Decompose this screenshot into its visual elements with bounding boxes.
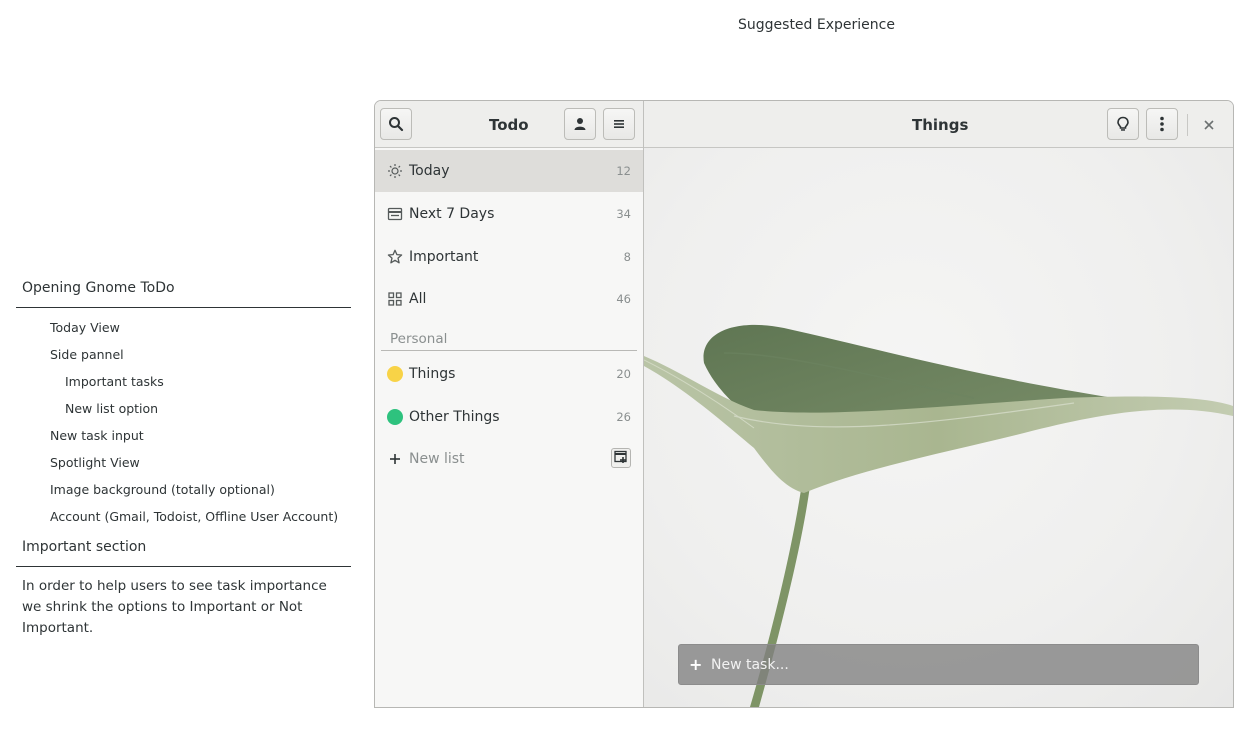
list-color-dot — [386, 408, 404, 426]
new-task-placeholder: New task... — [711, 656, 789, 673]
leaf-background-image — [644, 324, 1233, 707]
plus-icon — [386, 450, 404, 468]
close-button[interactable] — [1201, 116, 1217, 132]
sidebar-item-label: Today — [409, 163, 450, 179]
sidebar-item-count: 46 — [616, 292, 631, 306]
sidebar-item-things[interactable]: Things 20 — [375, 353, 643, 395]
notes-list: Today View Side pannel Important tasks N… — [16, 308, 351, 535]
notes-item: Today View — [50, 320, 120, 335]
sun-icon — [386, 162, 404, 180]
new-list-button[interactable] — [611, 448, 631, 468]
notes-item: New task input — [50, 428, 144, 443]
new-list-row[interactable]: New list — [375, 438, 643, 480]
user-icon — [573, 117, 587, 131]
account-button[interactable] — [564, 108, 596, 140]
sidebar-item-label: Things — [409, 366, 456, 382]
lightbulb-icon — [1116, 116, 1130, 132]
sidebar-title: Todo — [489, 116, 529, 134]
sidebar-item-label: All — [409, 291, 427, 307]
notes-item: Image background (totally optional) — [50, 482, 275, 497]
sidebar: Today 12 Next 7 Days 34 Important 8 All … — [375, 148, 643, 707]
notes-subitem: Important tasks — [65, 374, 164, 389]
headerbar: Todo Things — [375, 101, 1233, 148]
notes-item: Account (Gmail, Todoist, Offline User Ac… — [50, 509, 339, 524]
sidebar-item-label: Next 7 Days — [409, 206, 495, 222]
new-task-input[interactable]: + New task... — [678, 644, 1199, 685]
sidebar-item-count: 26 — [616, 410, 631, 424]
headerbar-separator — [1187, 114, 1188, 136]
sidebar-item-count: 34 — [616, 207, 631, 221]
list-color-dot — [386, 365, 404, 383]
sidebar-item-count: 8 — [623, 250, 631, 264]
sidebar-item-label: Other Things — [409, 409, 500, 425]
notes-section-title: Opening Gnome ToDo — [22, 280, 175, 296]
sidebar-item-label: Important — [409, 249, 479, 265]
sidebar-item-today[interactable]: Today 12 — [375, 150, 643, 192]
star-icon — [386, 248, 404, 266]
search-icon — [388, 116, 404, 132]
idea-button[interactable] — [1107, 108, 1139, 140]
notes-item: Spotlight View — [50, 455, 140, 470]
todo-window: Todo Things Today 12 Next 7 Days 34 Impo… — [374, 100, 1234, 708]
task-list-content: + New task... — [644, 148, 1233, 707]
content-title: Things — [912, 116, 969, 134]
hamburger-menu-icon — [613, 118, 625, 130]
sidebar-item-next-7-days[interactable]: Next 7 Days 34 — [375, 193, 643, 235]
more-button[interactable] — [1146, 108, 1178, 140]
grid-icon — [386, 290, 404, 308]
add-list-icon — [614, 449, 628, 468]
sidebar-item-important[interactable]: Important 8 — [375, 236, 643, 278]
page-title: Suggested Experience — [738, 17, 895, 33]
pane-separator — [643, 101, 644, 707]
vertical-dots-icon — [1159, 116, 1165, 132]
search-button[interactable] — [380, 108, 412, 140]
section-label-personal: Personal — [390, 331, 448, 347]
notes-subitem: New list option — [65, 401, 159, 416]
section-divider — [381, 350, 637, 351]
sidebar-item-all[interactable]: All 46 — [375, 278, 643, 320]
notes-panel: Opening Gnome ToDo Today View Side panne… — [16, 279, 351, 639]
close-icon — [1204, 115, 1214, 134]
notes-item: Side pannel — [50, 347, 124, 362]
sidebar-item-count: 20 — [616, 367, 631, 381]
notes-paragraph: In order to help users to see task impor… — [22, 578, 327, 636]
calendar-icon — [386, 205, 404, 223]
menu-button[interactable] — [603, 108, 635, 140]
new-list-label: New list — [409, 451, 465, 467]
sidebar-item-count: 12 — [616, 164, 631, 178]
sidebar-item-other-things[interactable]: Other Things 26 — [375, 396, 643, 438]
plus-icon: + — [689, 655, 703, 674]
notes-section-title: Important section — [22, 539, 147, 555]
